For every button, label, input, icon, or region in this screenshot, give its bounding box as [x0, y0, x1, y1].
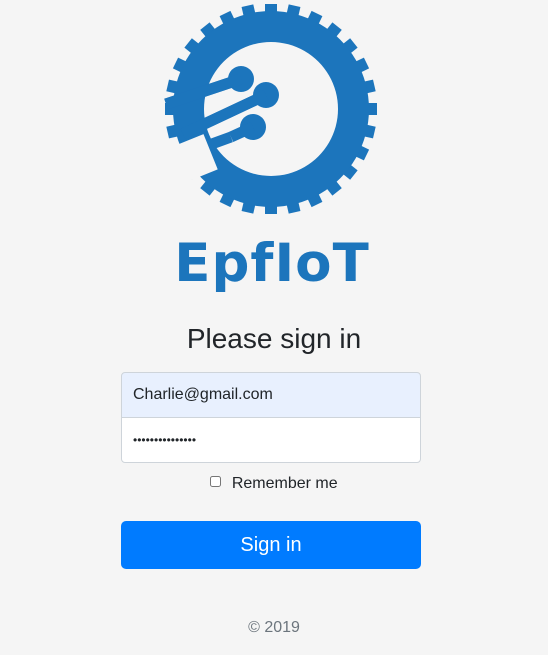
login-page: EpfIoT Please sign in Remember me Sign i…: [0, 0, 548, 655]
page-title: Please sign in: [186, 323, 362, 354]
email-field[interactable]: [121, 372, 421, 418]
remember-me-label: Remember me: [231, 475, 338, 492]
brand-name: EpfIoT: [174, 233, 370, 294]
password-field[interactable]: [121, 417, 421, 463]
remember-me-row: Remember me: [0, 474, 548, 494]
copyright-footer: © 2019: [248, 619, 300, 636]
sign-in-button[interactable]: Sign in: [121, 521, 421, 569]
gear-circuit-logo-icon: [164, 4, 377, 214]
remember-me-checkbox[interactable]: [210, 476, 222, 487]
